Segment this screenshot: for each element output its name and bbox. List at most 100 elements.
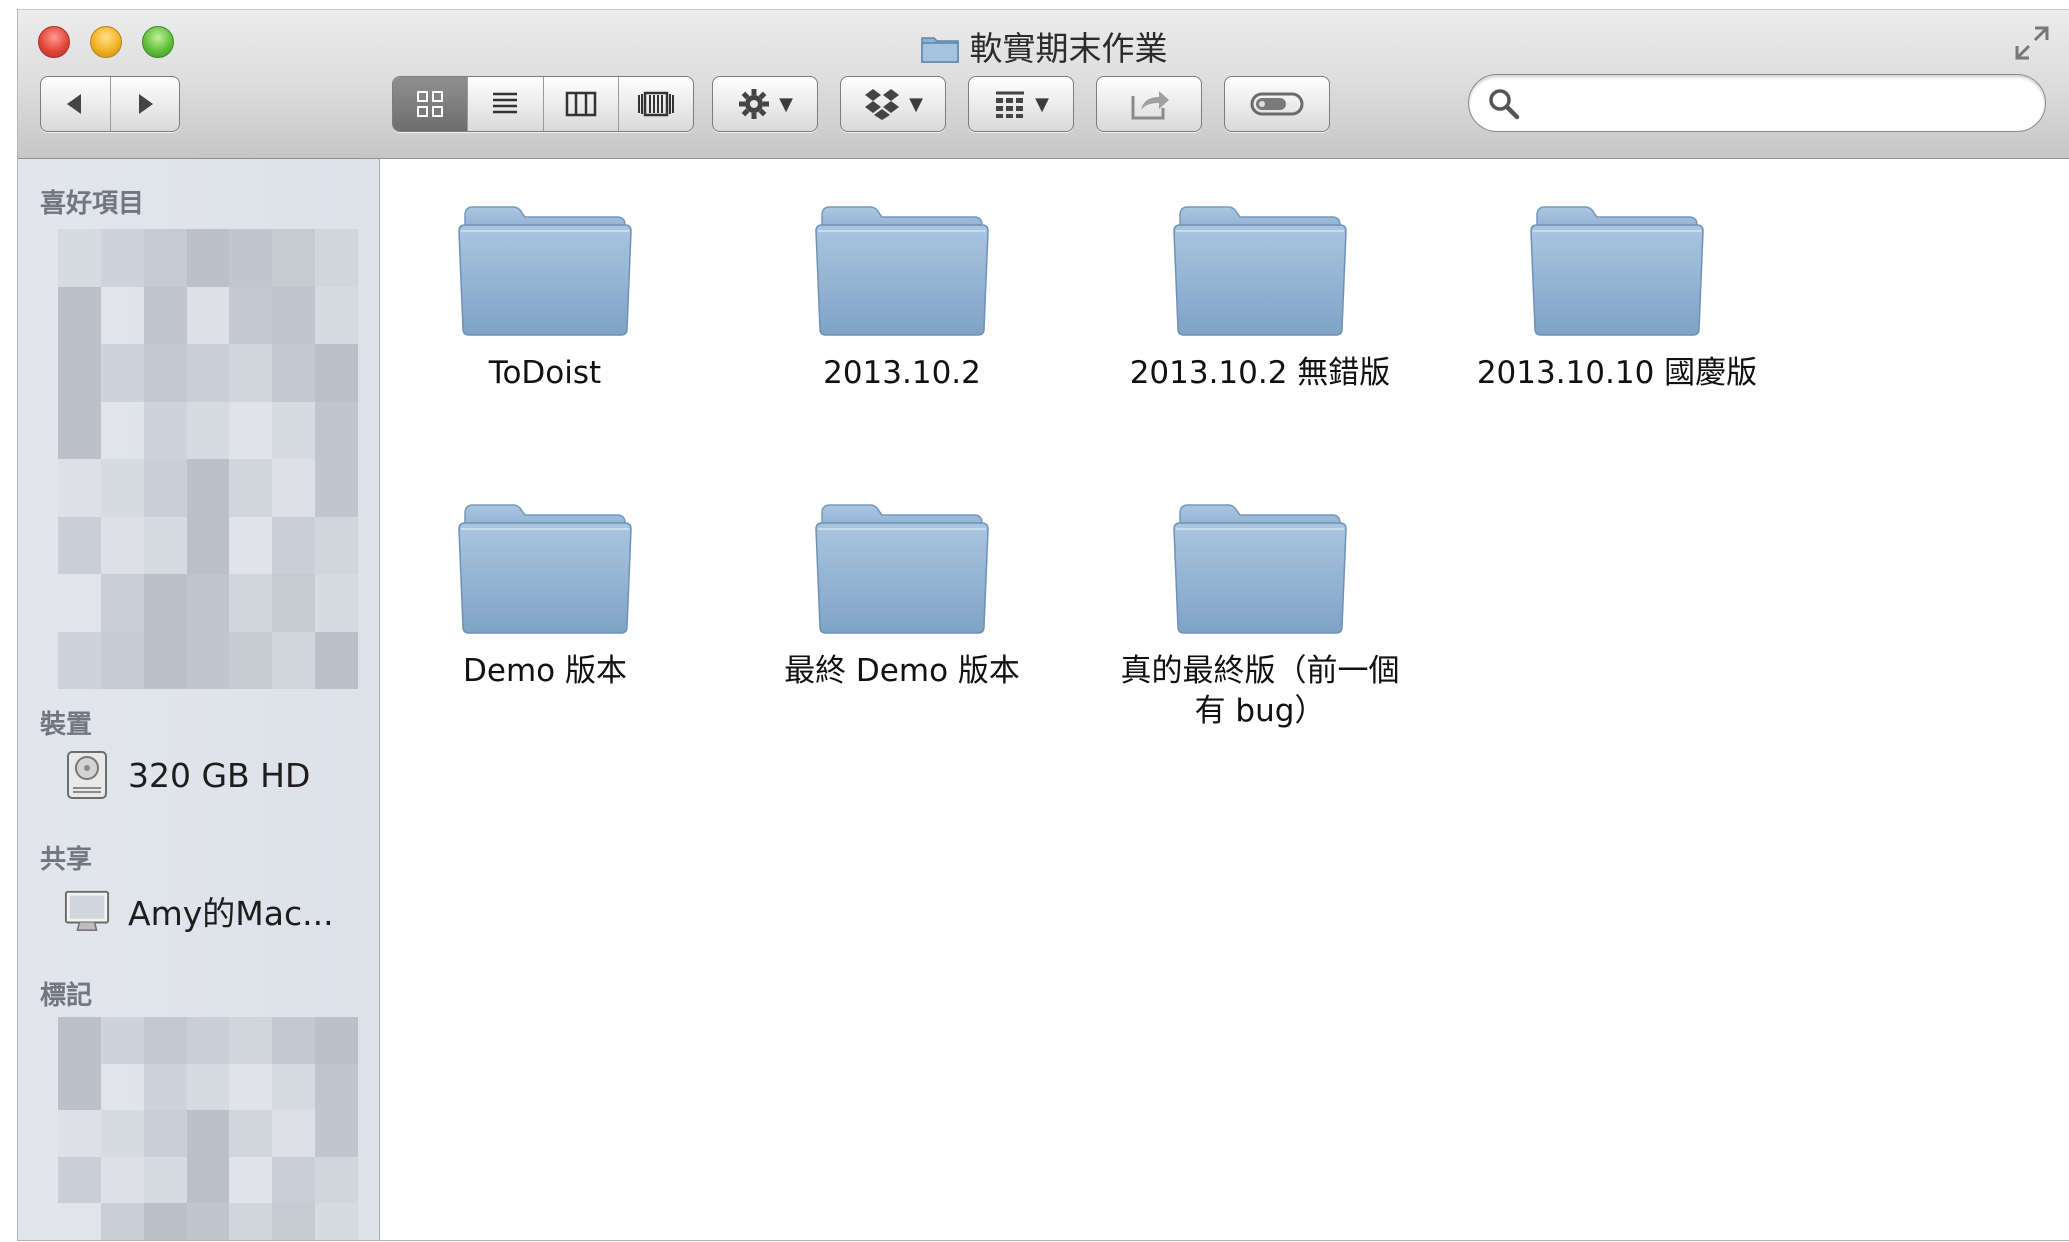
redacted-pixel	[272, 1110, 316, 1157]
redacted-pixel	[315, 631, 358, 689]
folder-icon	[458, 504, 632, 634]
sidebar: 喜好項目 裝置 320 GB HD 共享 Amy的Mac... 標記	[18, 159, 380, 1240]
redacted-pixel	[143, 1110, 187, 1157]
redacted-pixel	[315, 459, 358, 517]
redacted-pixel	[58, 1203, 101, 1240]
sidebar-item-label: 320 GB HD	[128, 755, 311, 795]
gear-icon	[739, 89, 770, 119]
redacted-pixel	[272, 574, 316, 632]
columns-icon	[565, 91, 596, 117]
action-menu-button[interactable]: ▼	[712, 76, 818, 132]
redacted-pixel	[315, 1110, 358, 1157]
folder-name: 2013.10.10 國慶版	[1476, 355, 1758, 391]
redacted-pixel	[58, 459, 101, 517]
coverflow-view-button[interactable]	[617, 77, 693, 131]
redacted-pixel	[315, 574, 358, 632]
dropbox-menu-button[interactable]: ▼	[840, 76, 946, 132]
sidebar-item-label: Amy的Mac...	[128, 894, 334, 933]
folder-icon	[458, 206, 632, 336]
arrange-menu-button[interactable]: ▼	[968, 76, 1074, 132]
list-view-button[interactable]	[467, 77, 542, 131]
redacted-pixel	[143, 344, 187, 402]
redacted-pixel	[272, 631, 316, 689]
folder-item[interactable]: Demo 版本	[385, 499, 705, 691]
folder-item[interactable]: 2013.10.2	[742, 201, 1062, 393]
redacted-pixel	[100, 631, 144, 689]
redacted-pixel	[315, 1017, 358, 1064]
sidebar-item-amy-mac[interactable]: Amy的Mac...	[64, 883, 334, 939]
folder-item[interactable]: ToDoist	[385, 201, 705, 393]
redacted-pixel	[229, 229, 273, 287]
fullscreen-icon[interactable]	[2013, 24, 2051, 62]
redacted-pixel	[229, 459, 273, 517]
redacted-pixel	[186, 1017, 230, 1064]
redacted-pixel	[143, 1203, 187, 1240]
redacted-pixel	[229, 574, 273, 632]
tags-button[interactable]	[1224, 76, 1330, 132]
folder-item[interactable]: 最終 Demo 版本	[742, 499, 1062, 691]
folder-name: 2013.10.2 無錯版	[1129, 355, 1391, 391]
redacted-pixel	[186, 1156, 230, 1204]
redacted-pixel	[272, 459, 316, 517]
redacted-pixel	[100, 401, 144, 459]
folder-icon	[1530, 206, 1704, 336]
redacted-pixel	[229, 286, 273, 344]
dropbox-icon	[865, 89, 900, 120]
redacted-pixel	[229, 1156, 273, 1204]
folder-name: Demo 版本	[463, 653, 627, 689]
redacted-pixel	[58, 574, 101, 632]
redacted-pixel	[186, 516, 230, 574]
redacted-pixel	[58, 631, 101, 689]
search-input[interactable]	[1533, 83, 2027, 125]
redacted-pixel	[143, 229, 187, 287]
finder-window: 軟實期末作業 ▼ ▼ ▼ 喜好項目 裝置 320 GB HD 共享 Amy的Ma…	[17, 9, 2069, 1241]
search-icon	[1487, 87, 1521, 125]
redacted-pixel	[143, 401, 187, 459]
sidebar-item-320-gb-hd[interactable]: 320 GB HD	[64, 747, 310, 803]
redacted-pixel	[100, 1017, 144, 1064]
redacted-pixel	[100, 574, 144, 632]
blurred-tags-list	[58, 1017, 358, 1240]
window-title-text: 軟實期末作業	[969, 29, 1168, 68]
redacted-pixel	[229, 1063, 273, 1111]
share-button[interactable]	[1096, 76, 1202, 132]
redacted-pixel	[229, 344, 273, 402]
file-browser: ToDoist 2013.10.2 2013.10.2 無錯版 2013.10.…	[380, 159, 2069, 1240]
redacted-pixel	[229, 631, 273, 689]
forward-button[interactable]	[109, 77, 180, 131]
icon-view-button[interactable]	[393, 77, 468, 131]
redacted-pixel	[186, 459, 230, 517]
redacted-pixel	[100, 286, 144, 344]
hard-drive-icon	[64, 749, 110, 801]
redacted-pixel	[58, 1017, 101, 1064]
redacted-pixel	[229, 401, 273, 459]
redacted-pixel	[315, 344, 358, 402]
folder-item[interactable]: 2013.10.2 無錯版	[1100, 201, 1420, 393]
navigation-buttons	[40, 76, 180, 132]
share-icon	[1131, 91, 1169, 120]
search-field[interactable]	[1468, 74, 2046, 132]
redacted-pixel	[186, 1203, 230, 1240]
folder-item[interactable]: 真的最終版（前一個有 bug）	[1100, 499, 1420, 731]
column-view-button[interactable]	[542, 77, 618, 131]
folder-item[interactable]: 2013.10.10 國慶版	[1457, 201, 1777, 393]
tag-icon	[1250, 92, 1304, 116]
redacted-pixel	[186, 229, 230, 287]
redacted-pixel	[272, 1017, 316, 1064]
redacted-pixel	[229, 1203, 273, 1240]
folder-icon	[815, 504, 989, 634]
redacted-pixel	[143, 1017, 187, 1064]
redacted-pixel	[315, 401, 358, 459]
redacted-pixel	[272, 344, 316, 402]
redacted-pixel	[272, 1203, 316, 1240]
redacted-pixel	[186, 344, 230, 402]
back-arrow-icon	[67, 94, 82, 114]
redacted-pixel	[186, 1110, 230, 1157]
back-button[interactable]	[41, 77, 110, 131]
folder-name: 真的最終版（前一個有 bug）	[1120, 653, 1400, 729]
folder-name: 2013.10.2	[823, 355, 981, 391]
redacted-pixel	[58, 286, 101, 344]
blurred-favorites-list	[58, 229, 358, 689]
redacted-pixel	[315, 1203, 358, 1240]
coverflow-icon	[637, 91, 674, 117]
